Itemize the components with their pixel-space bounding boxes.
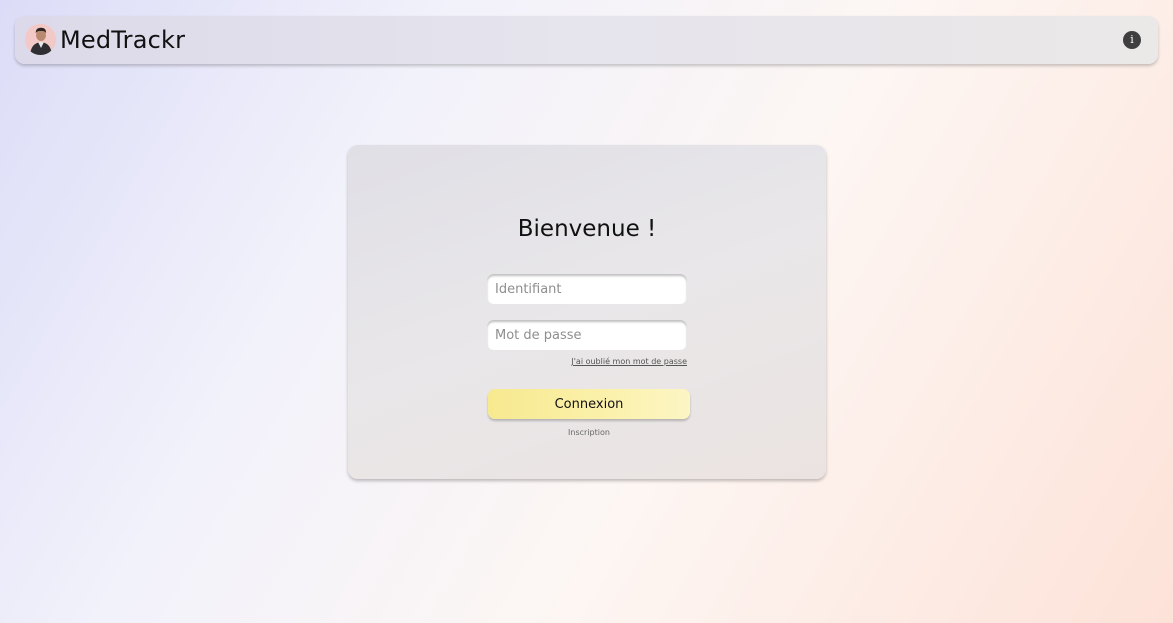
top-navbar: MedTrackr i <box>15 16 1158 64</box>
username-field[interactable] <box>487 274 687 304</box>
login-card: Bienvenue ! J'ai oublié mon mot de passe… <box>348 145 826 479</box>
info-icon[interactable]: i <box>1123 31 1141 49</box>
signup-link[interactable]: Inscription <box>348 427 830 439</box>
welcome-title: Bienvenue ! <box>517 216 657 243</box>
password-field[interactable] <box>487 320 687 350</box>
login-button[interactable]: Connexion <box>488 389 690 419</box>
app-title: MedTrackr <box>60 26 186 54</box>
person-icon <box>25 24 56 55</box>
info-glyph: i <box>1130 33 1134 46</box>
user-avatar[interactable] <box>25 24 56 55</box>
forgot-password-link[interactable]: J'ai oublié mon mot de passe <box>571 356 687 368</box>
